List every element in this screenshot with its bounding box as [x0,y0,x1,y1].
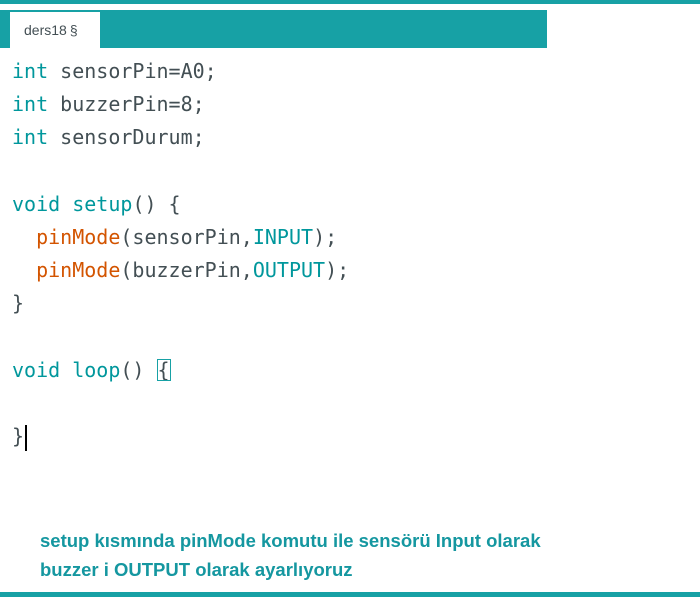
function-loop: loop [72,358,121,382]
code-line-2: int buzzerPin=8; [12,89,205,119]
bottom-rule [0,592,700,597]
closing-brace: } [12,424,25,448]
keyword-int: int [12,125,49,149]
constant-input: INPUT [252,225,314,249]
caption: setup kısmında pinMode komutu ile sensör… [40,526,680,584]
code-text: () { [132,192,181,216]
code-line-8: } [12,288,24,318]
code-line-12: } [12,421,28,451]
code-editor[interactable]: int sensorPin=A0; int buzzerPin=8; int s… [0,52,700,482]
caption-line-2: buzzer i OUTPUT olarak ayarlıyoruz [40,559,353,580]
function-pinmode: pinMode [36,225,121,249]
code-text: (sensorPin, [120,225,253,249]
code-line-3: int sensorDurum; [12,122,205,152]
code-line-6: pinMode(sensorPin,INPUT); [12,222,337,252]
function-setup: setup [72,192,133,216]
tab-ders18[interactable]: ders18 § [10,12,100,48]
code-text: buzzerPin=8; [48,92,205,116]
keyword-int: int [12,59,49,83]
code-text: ); [313,225,338,249]
code-text: sensorPin=A0; [48,59,217,83]
function-pinmode: pinMode [36,258,121,282]
caption-line-1: setup kısmında pinMode komutu ile sensör… [40,530,541,551]
code-line-1: int sensorPin=A0; [12,56,217,86]
closing-brace: } [12,291,25,315]
keyword-void: void [12,358,61,382]
code-text: ); [325,258,350,282]
constant-output: OUTPUT [252,258,326,282]
section-mark-icon: § [69,22,78,38]
code-text: (buzzerPin, [120,258,253,282]
text-cursor [25,424,28,451]
matched-brace-highlight: { [156,358,171,382]
tab-label: ders18 [24,22,67,38]
top-rule [0,0,700,4]
code-line-10: void loop() { [12,355,171,385]
keyword-int: int [12,92,49,116]
code-line-7: pinMode(buzzerPin,OUTPUT); [12,255,349,285]
code-text: () [120,358,157,382]
keyword-void: void [12,192,61,216]
code-text: sensorDurum; [48,125,205,149]
code-line-5: void setup() { [12,189,181,219]
